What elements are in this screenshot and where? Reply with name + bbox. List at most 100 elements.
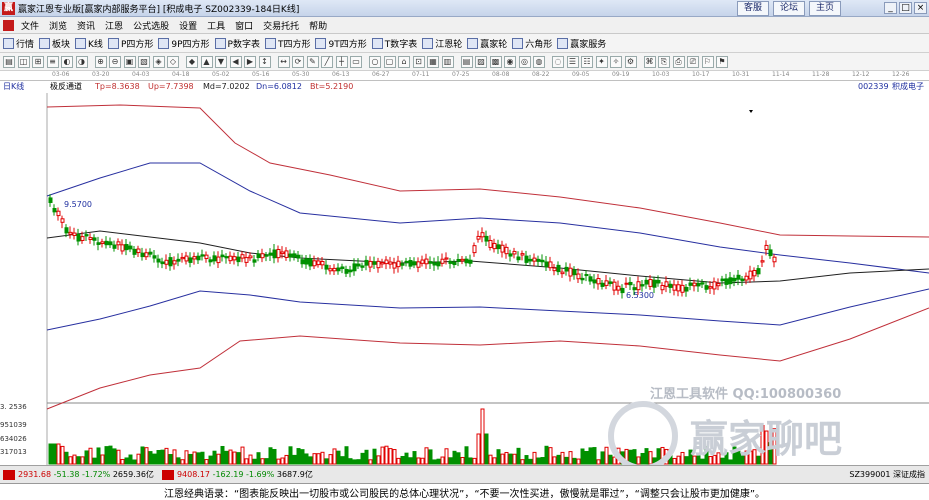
customer-service-button[interactable]: 客服 (737, 1, 770, 16)
tool-icon[interactable]: ◉ (504, 56, 516, 68)
tool-icon[interactable]: ⎚ (687, 56, 699, 68)
tool-icon[interactable]: ≡ (46, 56, 59, 68)
tool-icon[interactable]: ◫ (17, 56, 30, 68)
menu-file[interactable]: 文件 (16, 19, 44, 32)
menu-settings[interactable]: 设置 (174, 19, 202, 32)
candle-body (260, 253, 265, 259)
tool-icon[interactable]: ⎙ (672, 56, 685, 68)
volume-bar (528, 458, 533, 465)
tool-icon[interactable]: ◍ (533, 56, 545, 68)
menu-help[interactable]: 帮助 (304, 19, 332, 32)
tool-icon[interactable]: ◆ (186, 56, 198, 68)
tool-icon[interactable]: ▼ (215, 56, 227, 68)
period-label[interactable]: 日K线 (3, 81, 24, 93)
tool-icon[interactable]: ▤ (460, 56, 473, 68)
tool-icon[interactable]: ✦ (595, 56, 608, 68)
kline-chart-area[interactable]: 9.5700 6.5300 3. 2536 951039 634026 3170… (0, 93, 929, 471)
candle-body (744, 275, 749, 281)
sz-index-value[interactable]: 9408.17 (177, 470, 210, 479)
menu-window[interactable]: 窗口 (230, 19, 258, 32)
toolbar-item-3[interactable]: P四方形 (107, 37, 153, 50)
sz-index-amount: 3687.9亿 (276, 470, 313, 479)
forum-button[interactable]: 论坛 (773, 1, 806, 16)
tool-icon[interactable]: ⎘ (658, 56, 670, 68)
toolbar-item-9[interactable]: 江恩轮 (422, 37, 462, 50)
tool-icon[interactable]: ◀ (229, 56, 242, 68)
date-tick: 10-17 (692, 71, 710, 78)
candle-body (288, 253, 293, 258)
menu-news[interactable]: 资讯 (72, 19, 100, 32)
volume-bar (228, 449, 233, 465)
maximize-icon[interactable]: □ (899, 2, 912, 14)
menu-trade[interactable]: 交易托托 (258, 19, 304, 32)
tool-icon[interactable]: ⟳ (292, 56, 304, 68)
menu-browse[interactable]: 浏览 (44, 19, 72, 32)
tool-icon[interactable]: ╱ (321, 56, 333, 68)
tool-icon[interactable]: ⚙ (624, 56, 637, 68)
tool-icon[interactable]: ⊖ (109, 56, 121, 68)
index-status-bar: 2931.68 -51.38 -1.72% 2659.36亿 9408.17 -… (0, 465, 929, 483)
candle-body (144, 252, 149, 258)
candle-body (348, 269, 353, 273)
tool-icon[interactable]: ⌂ (398, 56, 410, 68)
toolbar-item-5[interactable]: P数字表 (214, 37, 260, 50)
tool-icon[interactable]: ☰ (566, 56, 579, 68)
tool-icon[interactable]: ↕ (258, 56, 271, 68)
date-tick: 06-13 (332, 71, 350, 78)
tool-icon[interactable]: ◐ (61, 56, 73, 68)
tool-icon[interactable]: ◇ (167, 56, 179, 68)
tool-icon[interactable]: ◌ (552, 56, 564, 68)
tool-icon[interactable]: ▢ (383, 56, 396, 68)
menu-formula[interactable]: 公式选股 (128, 19, 174, 32)
toolbar-item-10[interactable]: 赢家轮 (467, 37, 507, 50)
volume-bar (284, 454, 289, 465)
toolbar-item-4[interactable]: 9P四方形 (158, 37, 210, 50)
tool-icon[interactable]: ⌘ (643, 56, 656, 68)
tool-icon[interactable]: ▤ (3, 56, 15, 68)
tool-icon[interactable]: ⊕ (94, 56, 107, 68)
tool-icon[interactable]: ▦ (427, 56, 439, 68)
toolbar-item-1[interactable]: 板块 (39, 37, 70, 50)
tool-icon[interactable]: ⚑ (716, 56, 728, 68)
tool-icon[interactable]: ↔ (277, 56, 290, 68)
toolbar-item-6[interactable]: T四方形 (264, 37, 310, 50)
candle-body (532, 257, 537, 262)
toolbar-item-12[interactable]: 赢家服务 (557, 37, 606, 50)
toolbar-item-11[interactable]: 六角形 (512, 37, 552, 50)
volume-bar (392, 449, 397, 465)
current-index-label[interactable]: SZ399001 深证成指 (849, 469, 925, 480)
tool-icon[interactable]: ☷ (581, 56, 593, 68)
menu-gann[interactable]: 江恩 (100, 19, 128, 32)
toolbar-item-8[interactable]: T数字表 (371, 37, 417, 50)
tool-icon[interactable]: ▣ (123, 56, 136, 68)
tool-icon[interactable]: ▩ (489, 56, 502, 68)
tool-icon[interactable]: ◈ (152, 56, 165, 68)
tool-icon[interactable]: ▨ (475, 56, 487, 68)
toolbar-item-7[interactable]: 9T四方形 (315, 37, 367, 50)
candle-body (628, 281, 633, 286)
sh-index-value[interactable]: 2931.68 (18, 470, 51, 479)
tool-icon[interactable]: ⊡ (412, 56, 425, 68)
menu-tools[interactable]: 工具 (202, 19, 230, 32)
close-icon[interactable]: × (914, 2, 927, 14)
tool-icon[interactable]: ┼ (335, 56, 348, 68)
tool-icon[interactable]: ◎ (518, 56, 531, 68)
homepage-button[interactable]: 主页 (809, 1, 842, 16)
candle-body (432, 262, 437, 266)
toolbar-item-0[interactable]: 行情 (3, 37, 34, 50)
tool-icon[interactable]: ◑ (75, 56, 88, 68)
tool-icon[interactable]: ✧ (610, 56, 622, 68)
tool-icon[interactable]: ▥ (441, 56, 454, 68)
tool-icon[interactable]: ⊞ (32, 56, 44, 68)
tool-icon[interactable]: ▶ (244, 56, 256, 68)
minimize-icon[interactable]: _ (884, 2, 897, 14)
tool-icon[interactable]: ✎ (306, 56, 319, 68)
candle-body (52, 208, 57, 213)
tool-icon[interactable]: ▭ (350, 56, 362, 68)
tool-icon[interactable]: ⚐ (701, 56, 714, 68)
toolbar-item-2[interactable]: K线 (75, 37, 103, 50)
tool-icon[interactable]: ▧ (138, 56, 150, 68)
candle-body (716, 283, 721, 287)
tool-icon[interactable]: ▲ (200, 56, 213, 68)
tool-icon[interactable]: ○ (369, 56, 381, 68)
